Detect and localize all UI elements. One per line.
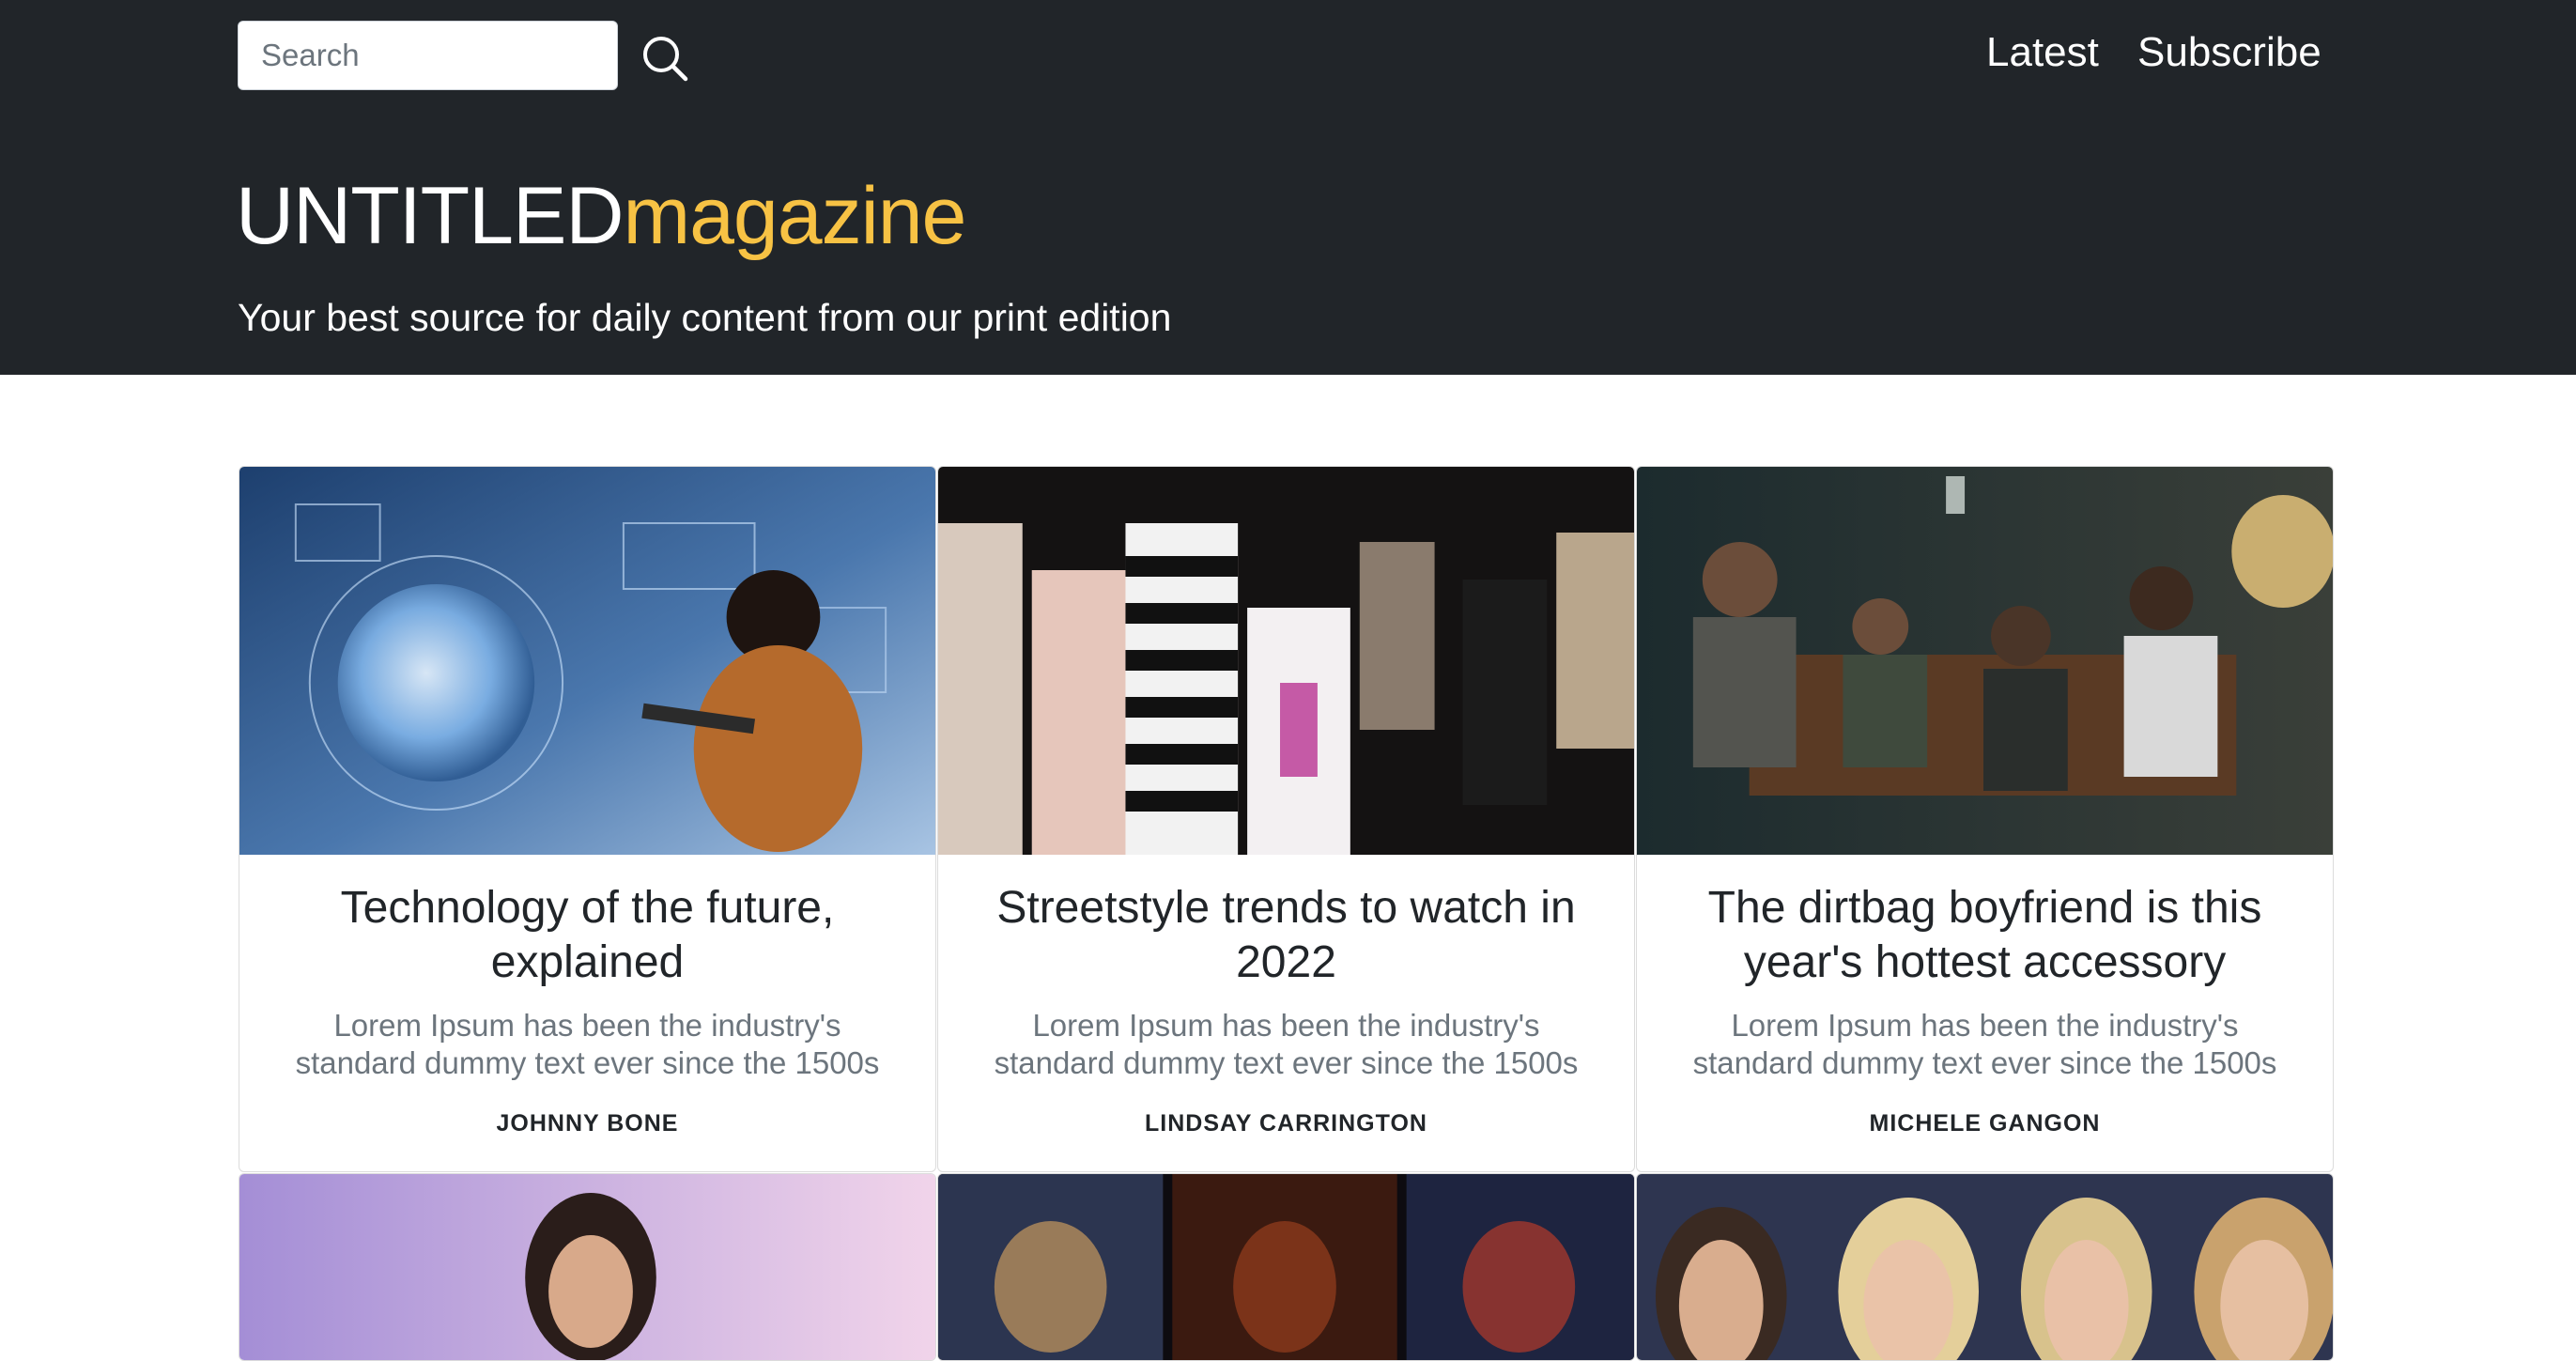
search-input[interactable] xyxy=(238,21,618,90)
search-icon xyxy=(643,37,688,82)
article-image-streetstyle xyxy=(938,467,1634,855)
article-title[interactable]: Technology of the future, explained xyxy=(273,881,902,990)
article-image-celebrities xyxy=(1637,1174,2333,1360)
article-title[interactable]: The dirtbag boyfriend is this year's hot… xyxy=(1671,881,2299,990)
article-excerpt: Lorem Ipsum has been the industry's stan… xyxy=(295,1008,880,1080)
article-excerpt: Lorem Ipsum has been the industry's stan… xyxy=(994,1008,1579,1080)
article-image-singer xyxy=(239,1174,935,1360)
article-author: LINDSAY CARRINGTON xyxy=(1145,1110,1427,1137)
site-header: Latest Subscribe UNTITLEDmagazine Your b… xyxy=(0,0,2576,375)
article-card[interactable] xyxy=(1636,1173,2334,1361)
article-image-dirtbag xyxy=(1637,467,2333,855)
article-author: JOHNNY BONE xyxy=(496,1110,679,1137)
site-logo[interactable]: UNTITLEDmagazine xyxy=(236,167,966,265)
article-card[interactable]: Streetstyle trends to watch in 2022 Lore… xyxy=(937,466,1635,1172)
article-card[interactable] xyxy=(937,1173,1635,1361)
article-card[interactable] xyxy=(239,1173,936,1361)
search-button[interactable] xyxy=(639,32,691,85)
site-tagline: Your best source for daily content from … xyxy=(238,296,1172,339)
article-excerpt: Lorem Ipsum has been the industry's stan… xyxy=(1692,1008,2277,1080)
logo-untitled: UNTITLED xyxy=(236,171,624,261)
logo-magazine: magazine xyxy=(623,171,966,261)
article-grid: Technology of the future, explained Lore… xyxy=(239,466,2334,1361)
article-card[interactable]: The dirtbag boyfriend is this year's hot… xyxy=(1636,466,2334,1172)
article-title[interactable]: Streetstyle trends to watch in 2022 xyxy=(972,881,1600,990)
article-image-technology xyxy=(239,467,935,855)
article-author: MICHELE GANGON xyxy=(1869,1110,2101,1137)
article-card[interactable]: Technology of the future, explained Lore… xyxy=(239,466,936,1172)
nav-subscribe-link[interactable]: Subscribe xyxy=(2137,24,2321,81)
article-image-starwars xyxy=(938,1174,1634,1360)
nav-latest-link[interactable]: Latest xyxy=(1986,24,2099,81)
